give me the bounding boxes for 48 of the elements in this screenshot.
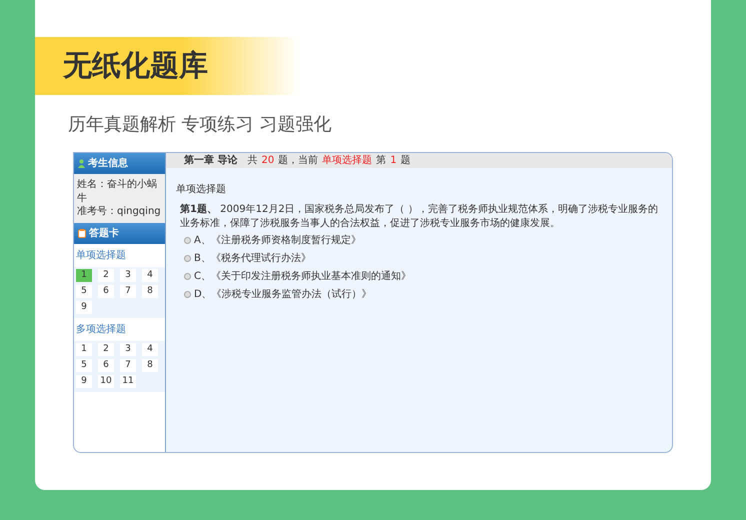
info-text: 准考号：qingqing xyxy=(77,205,162,218)
option-text: B、《税务代理试行办法》 xyxy=(194,252,311,266)
option-text: A、《注册税务师资格制度暂行规定》 xyxy=(194,234,361,248)
question-number[interactable]: 5 xyxy=(76,358,92,372)
question-number[interactable]: 9 xyxy=(76,300,92,314)
highlight-text: 单项选择题 xyxy=(322,154,372,167)
question-number[interactable]: 2 xyxy=(98,342,114,356)
question-number[interactable]: 7 xyxy=(120,284,136,298)
option-text: D、《涉税专业服务监管办法（试行）》 xyxy=(194,288,372,302)
progress-text: 题 xyxy=(400,154,411,167)
radio-button[interactable] xyxy=(184,255,191,262)
section-title: 多项选择题 xyxy=(75,322,127,336)
question-number[interactable]: 5 xyxy=(76,284,92,298)
question-number[interactable]: 7 xyxy=(120,358,136,372)
question-number[interactable]: 8 xyxy=(142,284,158,298)
question-number[interactable]: 10 xyxy=(98,374,114,388)
progress-text: 共 xyxy=(247,154,258,167)
banner-title: 无纸化题库 xyxy=(63,47,208,84)
question-number[interactable]: 1 xyxy=(76,268,92,282)
progress-text: 第 xyxy=(376,154,386,167)
question-number[interactable]: 6 xyxy=(98,358,114,372)
subtitle: 历年真题解析 专项练习 习题强化 xyxy=(68,113,332,137)
radio-button[interactable] xyxy=(184,291,191,298)
panel-title: 考生信息 xyxy=(88,156,128,171)
radio-button[interactable] xyxy=(184,273,191,280)
highlight-text: 1 xyxy=(390,154,397,167)
chapter-title: 第一章 导论 xyxy=(184,154,238,167)
section-title: 单项选择题 xyxy=(75,248,127,262)
question-number[interactable]: 1 xyxy=(76,342,92,356)
question-text: 第1题、 2009年12月2日，国家税务总局发布了（ ），完善了税务师执业规范体系，明确了涉税专业服务的业务标准，保障了涉税服务当事人的合法权益，促进了涉税专业服务市场的健康发展。 xyxy=(180,203,659,230)
highlight-text: 20 xyxy=(261,154,274,167)
question-number[interactable]: 2 xyxy=(98,268,114,282)
progress-text: 题，当前 xyxy=(278,154,318,167)
question-type: 单项选择题 xyxy=(176,182,227,197)
question-number[interactable]: 4 xyxy=(142,342,158,356)
question-number[interactable]: 11 xyxy=(120,374,136,388)
question-number[interactable]: 3 xyxy=(120,268,136,282)
info-text: 姓名：奋斗的小蜗牛 xyxy=(77,178,158,205)
option-text: C、《关于印发注册税务师执业基本准则的通知》 xyxy=(194,270,411,284)
question-number[interactable]: 8 xyxy=(142,358,158,372)
question-number[interactable]: 9 xyxy=(76,374,92,388)
clipboard-icon xyxy=(78,228,86,238)
radio-button[interactable] xyxy=(184,237,191,244)
person-icon xyxy=(78,159,85,168)
question-number[interactable]: 4 xyxy=(142,268,158,282)
question-number[interactable]: 6 xyxy=(98,284,114,298)
panel-title: 答题卡 xyxy=(89,226,119,240)
question-number[interactable]: 3 xyxy=(120,342,136,356)
